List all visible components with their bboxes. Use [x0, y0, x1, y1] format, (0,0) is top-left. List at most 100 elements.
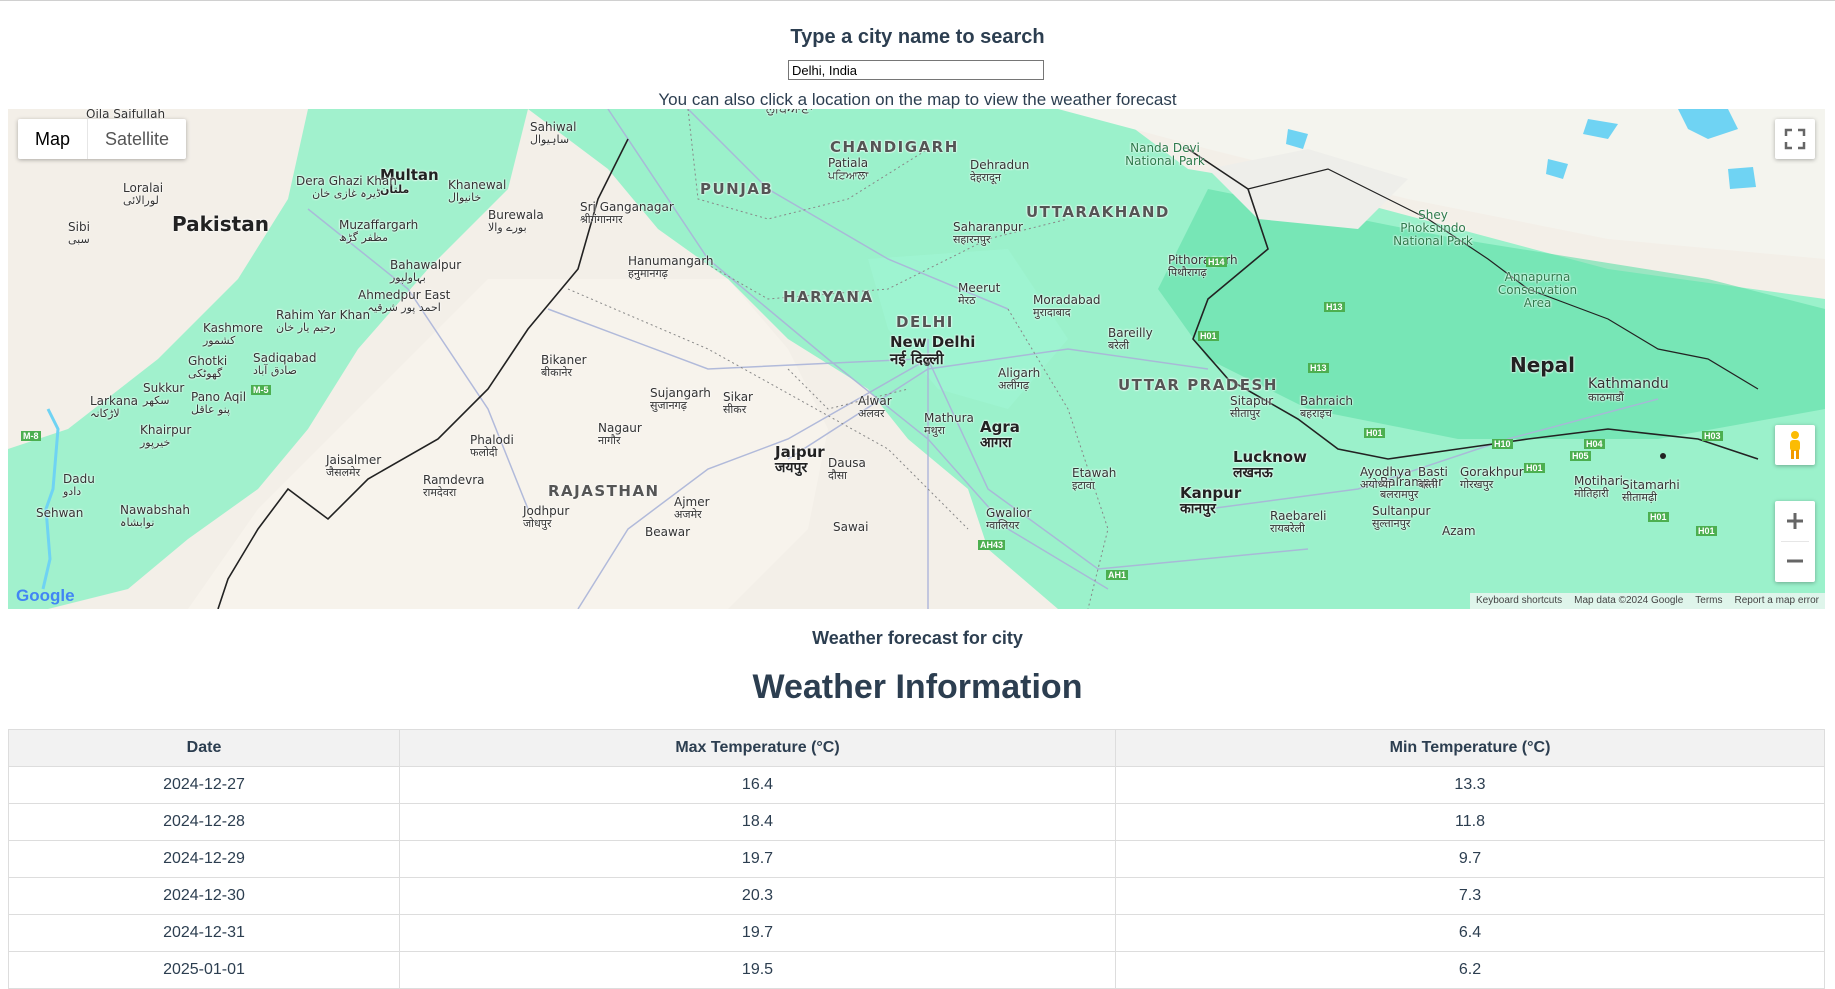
table-row: 2024-12-30 20.3 7.3	[8, 877, 1825, 915]
table-row: 2024-12-27 16.4 13.3	[8, 766, 1825, 804]
map-label-delhi: DELHI	[896, 313, 954, 331]
map-data-text: Map data ©2024 Google	[1574, 595, 1684, 606]
map-label-ludhiana: ਲੁਧਿਆਣਾ	[766, 109, 814, 117]
map-label-raebareli: Raebareli रायबरेली	[1270, 509, 1327, 536]
google-logo[interactable]: Google	[16, 586, 75, 606]
cell-min-temp: 11.8	[1115, 803, 1825, 841]
map-label-khairpur: Khairpur خیرپور	[140, 423, 192, 450]
map-label-khanewal: Khanewal خانیوال	[448, 178, 507, 205]
map-label-sitapur: Sitapur सीतापुर	[1230, 394, 1274, 421]
map-label-sri-ganganagar: Sri Ganganagar श्रीगंगानगर	[580, 200, 674, 227]
cell-max-temp: 16.4	[399, 766, 1116, 804]
map-label-aligarh: Aligarh अलीगढ़	[998, 366, 1041, 393]
map-label-ahmedpur-east: Ahmedpur East احمد پور شرقیہ	[358, 288, 451, 315]
map-label-sultanpur: Sultanpur सुल्तानपुर	[1372, 504, 1431, 531]
map-label-sukkur: Sukkur سکھر	[143, 381, 185, 408]
highway-shield: H14	[1206, 257, 1227, 267]
map-label-uttarakhand: UTTARAKHAND	[1026, 203, 1170, 221]
map-label-bahawalpur: Bahawalpur بہاولپور	[390, 258, 462, 285]
cell-min-temp: 6.4	[1115, 914, 1825, 952]
map-label-sehwan: Sehwan	[36, 506, 84, 520]
map-label-bahraich: Bahraich बहराइच	[1300, 394, 1354, 421]
map-label-sahiwal: Sahiwal ساہیوال	[530, 120, 577, 147]
highway-shield: H01	[1648, 512, 1669, 522]
weather-table: Date Max Temperature (°C) Min Temperatur…	[8, 729, 1825, 989]
report-map-error-link[interactable]: Report a map error	[1729, 593, 1825, 609]
map-label-dausa: Dausa दौसा	[828, 456, 866, 483]
map-label-annapurna: Annapurna Conservation Area	[1497, 270, 1578, 311]
cell-max-temp: 20.3	[399, 877, 1116, 915]
cell-date: 2024-12-31	[8, 914, 400, 952]
map-label-bikaner: Bikaner बीकानेर	[541, 353, 587, 380]
map-label-bareilly: Bareilly बरेली	[1108, 326, 1153, 353]
map-label-new-delhi: New Delhi नई दिल्ली	[890, 333, 976, 368]
map-label-ramdevra: Ramdevra रामदेवरा	[423, 473, 485, 500]
map-type-satellite-button[interactable]: Satellite	[87, 119, 186, 159]
map-label-larkana: Larkana لاڑکانہ	[90, 394, 139, 421]
map-label-rahim-yar-khan: Rahim Yar Khan رحیم یار خان	[276, 308, 371, 335]
header-min-temp: Min Temperature (°C)	[1115, 729, 1825, 767]
highway-shield: H13	[1324, 302, 1345, 312]
fullscreen-icon	[1784, 128, 1806, 150]
minus-icon	[1787, 559, 1803, 563]
google-logo-text: Google	[16, 586, 75, 605]
cell-date: 2024-12-28	[8, 803, 400, 841]
highway-shield: AH1	[1106, 570, 1129, 580]
fullscreen-button[interactable]	[1775, 119, 1815, 159]
top-divider	[0, 0, 1835, 1]
weather-info-title: Weather Information	[752, 668, 1083, 706]
cell-max-temp: 19.7	[399, 914, 1116, 952]
map-label-kanpur: Kanpur कानपुर	[1180, 484, 1242, 517]
cell-date: 2024-12-30	[8, 877, 400, 915]
pegman-icon	[1790, 431, 1800, 459]
map-label-patiala: Patiala ਪਟਿਆਲਾ	[828, 156, 869, 183]
cell-max-temp: 18.4	[399, 803, 1116, 841]
highway-shield: H01	[1696, 526, 1717, 536]
keyboard-shortcuts-link[interactable]: Keyboard shortcuts	[1470, 593, 1568, 609]
map-label-mathura: Mathura मथुरा	[924, 411, 974, 438]
map-label-sibi: Sibi سبی	[68, 220, 90, 247]
map-label-ajmer: Ajmer अजमेर	[674, 495, 710, 522]
city-search-input[interactable]	[788, 60, 1044, 80]
map-label-nawabshah: Nawabshah نوابشاہ	[120, 503, 190, 530]
cell-min-temp: 7.3	[1115, 877, 1825, 915]
map-label-sujangarh: Sujangarh सुजानगढ़	[650, 386, 711, 413]
search-title: Type a city name to search	[790, 26, 1045, 48]
highway-shield: H01	[1524, 463, 1545, 473]
map-label-etawah: Etawah इटावा	[1072, 466, 1117, 493]
highway-shield: H01	[1364, 428, 1385, 438]
street-view-pegman[interactable]	[1775, 425, 1815, 465]
map-label-pakistan: Pakistan	[172, 212, 269, 236]
map-label-pithoragarh: Pithoragarh पिथौरागढ़	[1168, 253, 1238, 280]
zoom-in-button[interactable]	[1775, 501, 1815, 541]
table-row: 2024-12-28 18.4 11.8	[8, 803, 1825, 841]
highway-shield: H04	[1584, 439, 1605, 449]
table-row: 2024-12-29 19.7 9.7	[8, 840, 1825, 878]
map-label-beawar: Beawar	[645, 525, 691, 539]
zoom-divider	[1781, 541, 1809, 542]
map-type-map-button[interactable]: Map	[18, 119, 87, 159]
map-label-jaipur: Jaipur जयपुर	[775, 443, 825, 476]
map-label-alwar: Alwar अलवर	[858, 394, 892, 421]
terms-link[interactable]: Terms	[1689, 593, 1728, 609]
cell-date: 2025-01-01	[8, 951, 400, 989]
cell-min-temp: 6.2	[1115, 951, 1825, 989]
map-label-sikar: Sikar सीकर	[723, 390, 753, 417]
map-label-kathmandu: Kathmandu काठमाडौं	[1588, 376, 1669, 405]
map-label-basti: Basti बस्ती	[1418, 465, 1448, 492]
cell-date: 2024-12-29	[8, 840, 400, 878]
map-label-dadu: Dadu دادو	[63, 472, 95, 499]
cell-max-temp: 19.5	[399, 951, 1116, 989]
map-label-nepal: Nepal	[1510, 353, 1575, 377]
map-container[interactable]: Oila Saifullah ਲੁਧਿਆਣਾ Sahiwal ساہیوال Mu…	[8, 109, 1825, 609]
map-label-hanumangarh: Hanumangarh हनुमानगढ़	[628, 254, 714, 281]
highway-shield: H01	[1198, 331, 1219, 341]
map-label-sadiqabad: Sadiqabad صادق آباد	[253, 351, 317, 378]
highway-shield: M-8	[21, 431, 41, 441]
zoom-out-button[interactable]	[1775, 541, 1815, 581]
cell-date: 2024-12-27	[8, 766, 400, 804]
map-label-sitamarhi: Sitamarhi सीतामढ़ी	[1622, 478, 1680, 505]
zoom-control	[1775, 501, 1815, 582]
map-label-dera-ghazi-khan: Dera Ghazi Khan ڈیرہ غازی خان	[296, 174, 397, 201]
highway-shield: M-5	[251, 385, 271, 395]
